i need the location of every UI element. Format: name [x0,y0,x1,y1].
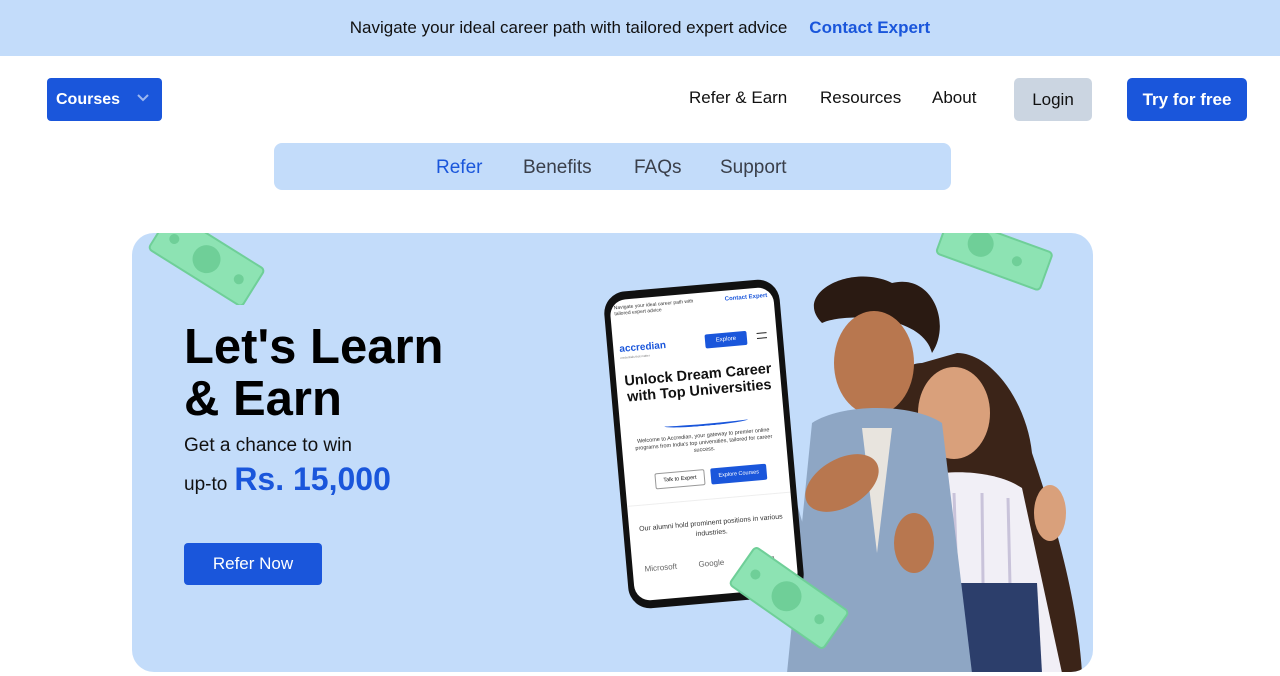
section-subnav: Refer Benefits FAQs Support [274,143,951,190]
hero-title: Let's Learn & Earn [184,320,444,426]
headline-underline [664,416,749,430]
refer-now-button[interactable]: Refer Now [184,543,322,585]
nav-refer-earn[interactable]: Refer & Earn [689,88,787,108]
phone-welcome-text: Welcome to Accredian, your gateway to pr… [635,427,773,454]
hero-subtitle: Get a chance to win [184,435,352,456]
prize-amount: Rs. 15,000 [234,461,391,497]
brand-google: Google [698,557,725,569]
tab-support[interactable]: Support [720,157,787,179]
phone-explore-courses-button: Explore Courses [710,463,768,485]
phone-divider [627,491,791,507]
brand-microsoft: Microsoft [644,561,678,574]
courses-label: Courses [56,90,121,108]
nav-about[interactable]: About [932,88,976,108]
courses-dropdown-button[interactable]: Courses [47,78,162,121]
tab-refer[interactable]: Refer [436,157,482,179]
phone-contact-link: Contact Expert [724,292,768,303]
hamburger-menu-icon [756,332,768,339]
phone-explore-button: Explore [704,330,748,349]
announcement-bar: Navigate your ideal career path with tai… [0,0,1280,56]
money-bill-icon [729,547,849,649]
hero-prize-line: up-to Rs. 15,000 [184,461,391,498]
phone-top-message: Navigate your ideal career path with tai… [613,298,694,318]
tab-faqs[interactable]: FAQs [634,157,682,179]
login-button[interactable]: Login [1014,78,1092,121]
phone-headline: Unlock Dream Career with Top Universitie… [623,360,773,406]
nav-resources[interactable]: Resources [820,88,901,108]
phone-alumni-text: Our alumni hold prominent positions in v… [638,513,783,539]
tab-benefits[interactable]: Benefits [523,157,592,179]
try-for-free-button[interactable]: Try for free [1127,78,1247,121]
hero-card: Let's Learn & Earn Get a chance to win u… [132,233,1093,672]
announcement-message: Navigate your ideal career path with tai… [349,18,788,37]
prize-prefix: up-to [184,474,228,495]
money-bill-icon [148,233,265,305]
accredian-logo: accredian [618,339,667,355]
phone-talk-button: Talk to Expert [654,469,706,490]
contact-expert-link[interactable]: Contact Expert [809,18,930,38]
chevron-down-icon [136,91,150,110]
